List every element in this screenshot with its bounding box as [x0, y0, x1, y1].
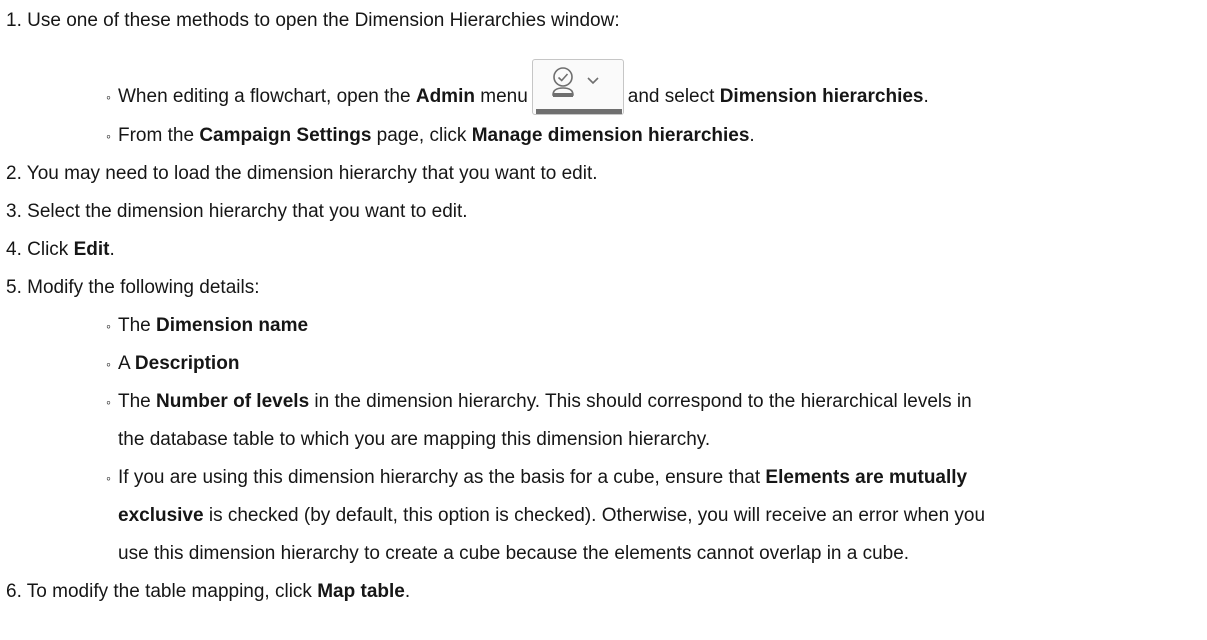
step-1: 1. Use one of these methods to open the …: [6, 10, 620, 31]
bullet: ◦: [106, 394, 111, 410]
step-4: 4. Click Edit.: [6, 239, 115, 260]
bullet: ◦: [106, 128, 111, 144]
step-3: 3. Select the dimension hierarchy that y…: [6, 201, 468, 222]
bullet: ◦: [106, 356, 111, 372]
bullet: ◦: [106, 470, 111, 486]
step-5-mutually-exclusive-cont: exclusive is checked (by default, this o…: [118, 505, 986, 526]
step-1-method-flowchart: ◦ When editing a flowchart, open the Admi…: [106, 59, 929, 125]
bullet: ◦: [106, 318, 111, 334]
step-5-mutually-exclusive-cont2: use this dimension hierarchy to create a…: [118, 543, 910, 564]
step-5-description: ◦ A Description: [106, 348, 239, 380]
step-5: 5. Modify the following details:: [6, 277, 260, 298]
admin-user-check-icon: [535, 67, 622, 114]
step-5-number-of-levels-cont: the database table to which you are mapp…: [118, 429, 711, 450]
step-5-dimension-name: ◦ The Dimension name: [106, 310, 308, 342]
step-5-mutually-exclusive: ◦ If you are using this dimension hierarc…: [106, 462, 967, 494]
step-2: 2. You may need to load the dimension hi…: [6, 163, 598, 184]
bullet: ◦: [106, 89, 111, 106]
instructions-document: 1. Use one of these methods to open the …: [0, 0, 1207, 640]
admin-menu-button[interactable]: [531, 59, 624, 115]
chevron-down-icon: [587, 77, 599, 85]
step-5-number-of-levels: ◦ The Number of levels in the dimension h…: [106, 386, 972, 418]
step-1-method-settings: ◦ From the Campaign Settings page, click …: [106, 120, 755, 152]
step-6: 6. To modify the table mapping, click Ma…: [6, 581, 411, 602]
